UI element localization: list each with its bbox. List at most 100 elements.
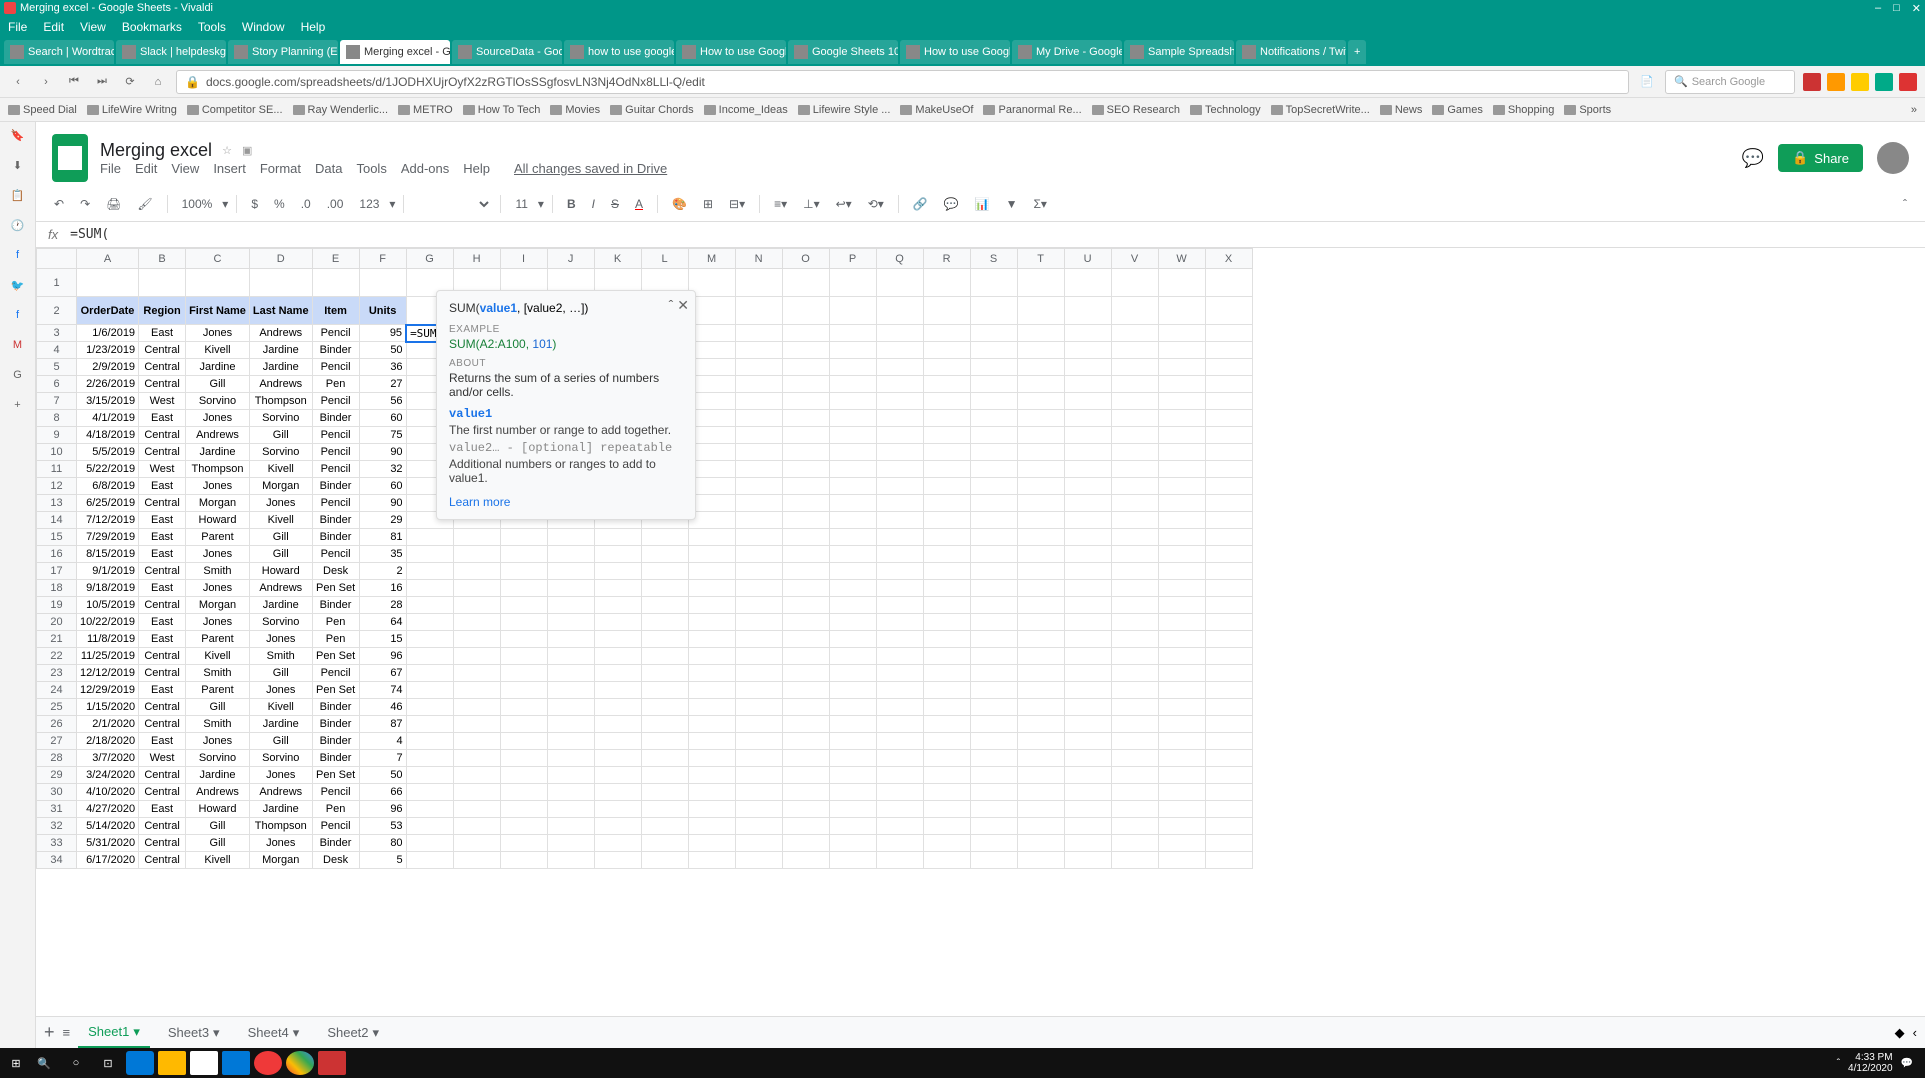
cell[interactable]: Thompson	[249, 393, 312, 410]
row-header[interactable]: 16	[37, 546, 77, 563]
cell[interactable]: East	[139, 512, 186, 529]
bookmark-item[interactable]: Paranormal Re...	[983, 104, 1081, 116]
cell[interactable]	[782, 529, 829, 546]
cell[interactable]: Andrews	[249, 580, 312, 597]
cell[interactable]	[1158, 376, 1205, 393]
ext-icon-5[interactable]	[1899, 73, 1917, 91]
docmenu-data[interactable]: Data	[315, 161, 342, 176]
cell[interactable]	[735, 546, 782, 563]
cell[interactable]	[1111, 750, 1158, 767]
row-header[interactable]: 27	[37, 733, 77, 750]
facebook-panel-icon[interactable]: f	[9, 246, 27, 264]
cell[interactable]: Howard	[186, 801, 250, 818]
chrome-icon[interactable]	[286, 1051, 314, 1075]
cell[interactable]	[1111, 614, 1158, 631]
cell[interactable]	[876, 512, 923, 529]
functions-button[interactable]: Σ▾	[1028, 193, 1053, 215]
cell[interactable]	[1111, 427, 1158, 444]
cell[interactable]	[782, 597, 829, 614]
cell[interactable]	[829, 359, 876, 376]
cell[interactable]	[1064, 716, 1111, 733]
cell[interactable]	[782, 342, 829, 359]
cell[interactable]	[970, 665, 1017, 682]
cell[interactable]: 60	[359, 478, 406, 495]
cell[interactable]	[594, 614, 641, 631]
browser-tab[interactable]: Search | Wordtracker	[4, 40, 114, 64]
cell[interactable]	[500, 801, 547, 818]
cell[interactable]	[782, 716, 829, 733]
cell[interactable]: 4/18/2019	[77, 427, 139, 444]
column-header[interactable]: G	[406, 249, 453, 269]
cell[interactable]	[1111, 716, 1158, 733]
menu-bookmarks[interactable]: Bookmarks	[122, 20, 182, 34]
cell[interactable]	[1158, 665, 1205, 682]
cell[interactable]	[829, 597, 876, 614]
cell[interactable]	[1111, 529, 1158, 546]
browser-tab[interactable]: Sample Spreadsheet	[1124, 40, 1234, 64]
cell[interactable]	[406, 665, 453, 682]
cell[interactable]	[829, 699, 876, 716]
bookmark-item[interactable]: Lifewire Style ...	[798, 104, 891, 116]
collapse-toolbar-button[interactable]: ˆ	[1897, 193, 1913, 215]
chart-button[interactable]: 📊	[969, 193, 996, 215]
bookmark-item[interactable]: News	[1380, 104, 1423, 116]
cell[interactable]	[970, 614, 1017, 631]
cell[interactable]	[923, 750, 970, 767]
cell[interactable]	[923, 393, 970, 410]
cell[interactable]	[641, 733, 688, 750]
cell[interactable]: 75	[359, 427, 406, 444]
cell[interactable]	[1205, 410, 1252, 427]
header-cell[interactable]: Region	[139, 297, 186, 325]
cell[interactable]	[547, 665, 594, 682]
cell[interactable]	[547, 580, 594, 597]
cell[interactable]	[1017, 563, 1064, 580]
cell[interactable]	[1064, 597, 1111, 614]
cell[interactable]	[594, 716, 641, 733]
all-sheets-button[interactable]: ≡	[63, 1025, 71, 1040]
cell[interactable]	[688, 818, 735, 835]
cell[interactable]: 15	[359, 631, 406, 648]
cell[interactable]: 1/15/2020	[77, 699, 139, 716]
avatar[interactable]	[1877, 142, 1909, 174]
cell[interactable]	[1111, 563, 1158, 580]
row-header[interactable]: 29	[37, 767, 77, 784]
cell[interactable]: 5/5/2019	[77, 444, 139, 461]
cell[interactable]	[1158, 461, 1205, 478]
cell[interactable]: Kivell	[249, 699, 312, 716]
cell[interactable]	[876, 563, 923, 580]
cell[interactable]	[500, 682, 547, 699]
cell[interactable]: Central	[139, 818, 186, 835]
header-cell[interactable]	[829, 297, 876, 325]
cell[interactable]	[359, 269, 406, 297]
cell[interactable]	[923, 444, 970, 461]
cell[interactable]	[923, 410, 970, 427]
cell[interactable]: East	[139, 631, 186, 648]
cell[interactable]	[1064, 580, 1111, 597]
cell[interactable]	[1205, 699, 1252, 716]
add-sheet-button[interactable]: +	[44, 1022, 55, 1043]
cell[interactable]	[1017, 512, 1064, 529]
bookmark-item[interactable]: Ray Wenderlic...	[293, 104, 389, 116]
star-icon[interactable]: ☆	[222, 144, 232, 157]
column-header[interactable]: J	[547, 249, 594, 269]
cell[interactable]	[970, 546, 1017, 563]
cell[interactable]: 8/15/2019	[77, 546, 139, 563]
cell[interactable]	[782, 801, 829, 818]
cell[interactable]	[1111, 410, 1158, 427]
facebook2-panel-icon[interactable]: f	[9, 306, 27, 324]
cell[interactable]	[829, 733, 876, 750]
header-cell[interactable]: First Name	[186, 297, 250, 325]
search-taskbar-icon[interactable]: 🔍	[30, 1051, 58, 1075]
cell[interactable]	[923, 478, 970, 495]
cell[interactable]: Central	[139, 699, 186, 716]
cell[interactable]: 90	[359, 444, 406, 461]
cell[interactable]	[594, 733, 641, 750]
cell[interactable]	[688, 597, 735, 614]
cell[interactable]	[735, 614, 782, 631]
cell[interactable]	[453, 835, 500, 852]
cell[interactable]	[876, 733, 923, 750]
cell[interactable]	[1111, 852, 1158, 869]
cell[interactable]	[782, 444, 829, 461]
cell[interactable]	[782, 733, 829, 750]
cell[interactable]: Andrews	[249, 784, 312, 801]
